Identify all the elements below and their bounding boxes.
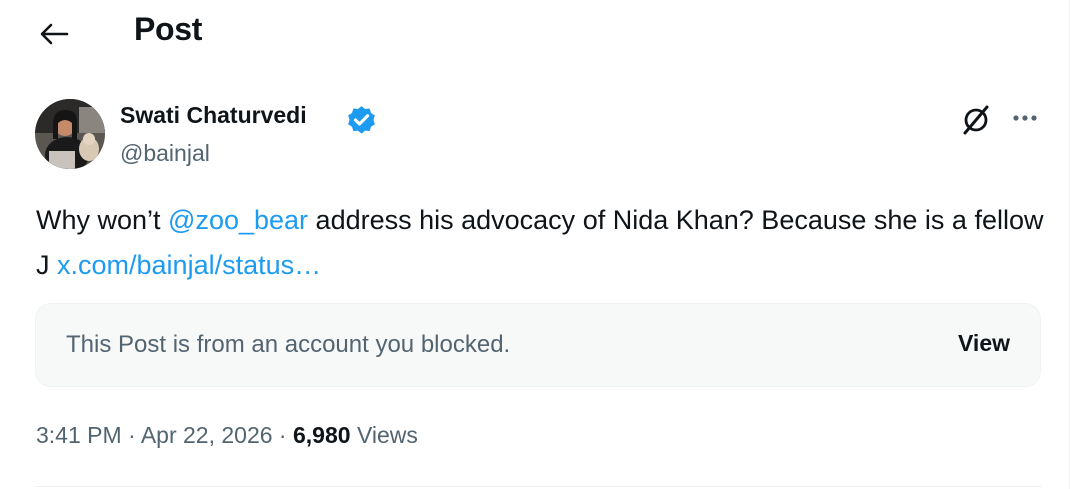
- post-date[interactable]: Apr 22, 2026: [141, 422, 273, 448]
- more-button[interactable]: [1010, 104, 1040, 132]
- views-label: Views: [350, 422, 418, 448]
- avatar-image: [35, 99, 105, 169]
- blocked-message: This Post is from an account you blocked…: [66, 331, 511, 358]
- verified-badge-icon: [348, 106, 375, 134]
- meta-separator: ·: [121, 422, 141, 448]
- view-button[interactable]: View: [958, 330, 1010, 357]
- avatar[interactable]: [35, 99, 105, 169]
- post-meta: 3:41 PM · Apr 22, 2026 · 6,980 Views: [36, 422, 418, 449]
- page-title: Post: [134, 11, 203, 47]
- post-time[interactable]: 3:41 PM: [36, 422, 122, 448]
- mention-link[interactable]: @zoo_bear: [168, 205, 308, 235]
- grok-button[interactable]: [956, 102, 996, 138]
- tweet-text-part: Why won’t: [36, 205, 169, 235]
- author-name[interactable]: Swati Chaturvedi: [120, 102, 307, 129]
- blocked-post-card: This Post is from an account you blocked…: [35, 303, 1041, 387]
- more-horizontal-icon: [1013, 115, 1037, 121]
- views-count: 6,980: [293, 422, 351, 448]
- post-header: Post: [0, 0, 1069, 64]
- arrow-left-icon: [40, 23, 69, 45]
- meta-separator: ·: [272, 422, 293, 448]
- tweet-text: Why won’t @zoo_bear address his advocacy…: [36, 198, 1046, 288]
- grok-icon: [963, 105, 989, 135]
- divider: [35, 486, 1042, 487]
- back-button[interactable]: [34, 14, 74, 54]
- status-link[interactable]: x.com/bainjal/status…: [57, 250, 321, 280]
- author-handle[interactable]: @bainjal: [120, 140, 210, 167]
